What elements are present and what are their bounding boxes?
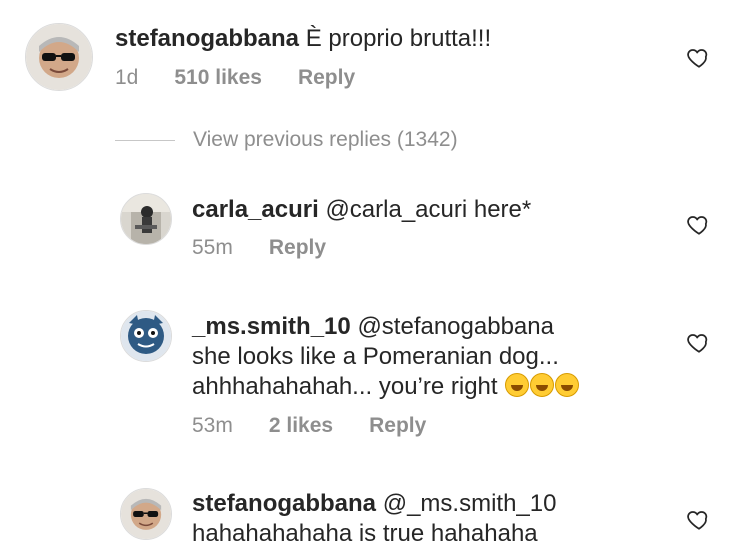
divider-line <box>115 139 175 141</box>
timestamp: 55m <box>192 236 233 259</box>
laughing-emoji-icon <box>530 373 555 397</box>
mention-link[interactable]: @stefanogabbana <box>357 313 554 340</box>
heart-icon[interactable] <box>686 329 712 355</box>
heart-icon[interactable] <box>686 44 712 70</box>
comment-text-line: she looks like a Pomeranian dog... <box>192 343 559 370</box>
username[interactable]: stefanogabbana <box>115 25 299 52</box>
reply-button[interactable]: Reply <box>269 236 326 260</box>
heart-icon[interactable] <box>686 211 712 237</box>
view-previous-replies[interactable]: View previous replies (1342) <box>115 128 458 152</box>
avatar[interactable] <box>120 488 172 540</box>
laughing-emoji-icon <box>555 373 580 397</box>
heart-icon[interactable] <box>686 506 712 532</box>
comment-text-line: ahhhahahahah... you’re right <box>192 373 498 400</box>
avatar[interactable] <box>120 193 172 245</box>
view-previous-label[interactable]: View previous replies (1342) <box>193 128 458 152</box>
username[interactable]: stefanogabbana <box>192 490 376 517</box>
likes-count[interactable]: 510 likes <box>174 66 262 90</box>
timestamp: 1d <box>115 66 139 89</box>
timestamp: 53m <box>192 414 233 437</box>
avatar[interactable] <box>120 310 172 362</box>
comment-text: @carla_acuri here* <box>325 196 532 223</box>
username[interactable]: carla_acuri <box>192 196 319 223</box>
username[interactable]: _ms.smith_10 <box>192 313 351 340</box>
laughing-emoji-icon <box>505 373 530 397</box>
comment-text: È proprio brutta!!! <box>305 25 492 52</box>
comment-text-line: hahahahahaha is true hahahaha <box>192 520 538 547</box>
mention-link[interactable]: @_ms.smith_10 <box>383 490 557 517</box>
avatar[interactable] <box>25 23 93 91</box>
likes-count[interactable]: 2 likes <box>269 414 333 438</box>
reply-button[interactable]: Reply <box>369 414 426 438</box>
reply-button[interactable]: Reply <box>298 66 355 90</box>
